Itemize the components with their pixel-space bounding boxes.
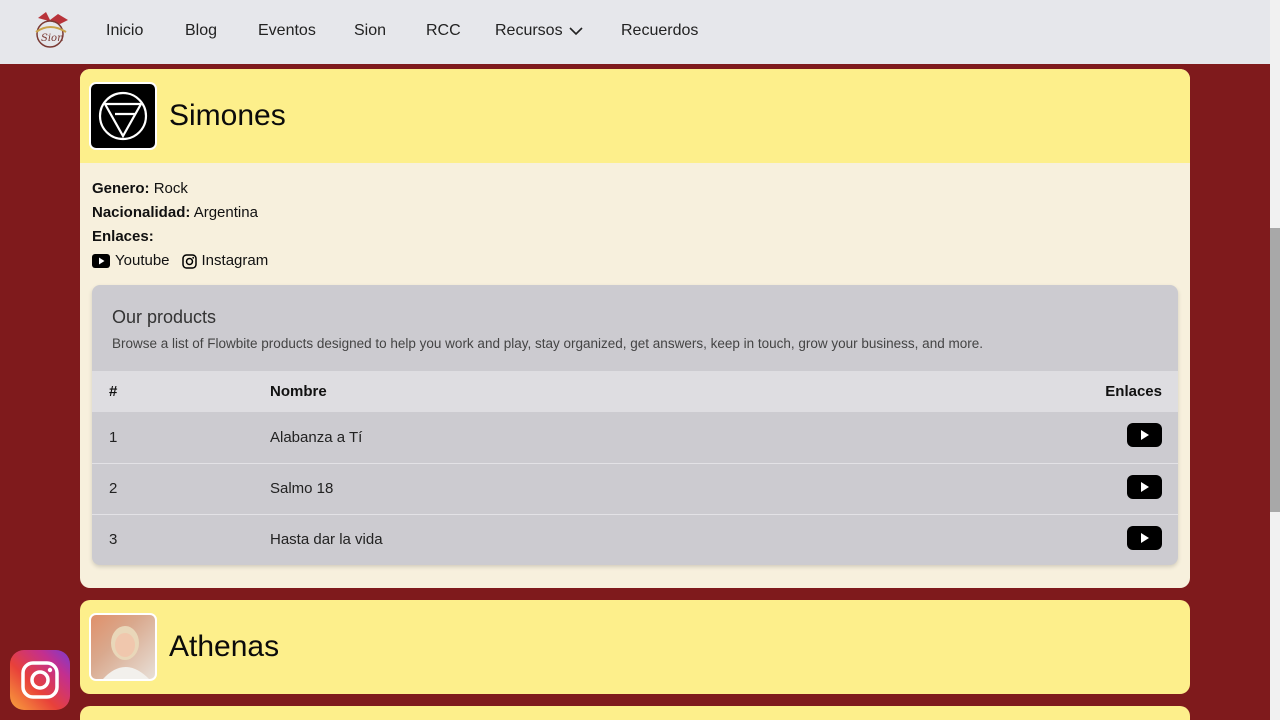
links-label: Enlaces:: [92, 228, 154, 245]
nav-sion[interactable]: Sion: [354, 22, 386, 40]
songs-table: # Nombre Enlaces 1 Alabanza a Tí 2 Salmo…: [92, 371, 1178, 565]
sion-logo[interactable]: Sion: [30, 10, 72, 54]
nav-recuerdos[interactable]: Recuerdos: [621, 22, 698, 40]
band-avatar: [89, 82, 157, 150]
band-avatar: [89, 613, 157, 681]
products-title: Our products: [112, 307, 217, 327]
nationality-label: Nacionalidad:: [92, 204, 191, 221]
band-name: Athenas: [169, 630, 280, 663]
column-header-name: Nombre: [270, 383, 327, 400]
youtube-play-button[interactable]: [1127, 474, 1162, 503]
products-table-panel: Our products Browse a list of Flowbite p…: [92, 285, 1178, 565]
band-details: Genero: Rock Nacionalidad: Argentina Enl…: [80, 163, 1190, 273]
row-number: 3: [109, 531, 118, 549]
top-navbar: Sion Inicio Blog Eventos Sion RCC Recurs…: [0, 0, 1270, 64]
band-card-next[interactable]: [80, 706, 1190, 720]
band-card-header: [80, 706, 1190, 720]
youtube-icon: [1127, 423, 1162, 448]
genre-label: Genero:: [92, 180, 150, 197]
youtube-icon: [1127, 525, 1162, 550]
table-header-row: # Nombre Enlaces: [92, 371, 1178, 412]
instagram-link[interactable]: Instagram: [181, 249, 269, 273]
row-number: 1: [109, 428, 118, 446]
nav-rcc[interactable]: RCC: [426, 22, 461, 40]
column-header-links: Enlaces: [1105, 383, 1162, 400]
products-header: Our products Browse a list of Flowbite p…: [92, 285, 1178, 371]
row-song-name: Hasta dar la vida: [270, 531, 383, 549]
instagram-floating-button[interactable]: [10, 650, 70, 710]
band-card-simones: Simones Genero: Rock Nacionalidad: Argen…: [80, 69, 1190, 588]
products-description: Browse a list of Flowbite products desig…: [112, 336, 983, 351]
band-name: Simones: [169, 99, 286, 132]
row-number: 2: [109, 480, 118, 497]
social-links: Youtube Instagram: [92, 249, 1178, 273]
instagram-icon: [181, 253, 197, 269]
youtube-icon: [1127, 474, 1162, 499]
nav-blog[interactable]: Blog: [185, 22, 217, 40]
nav-recursos[interactable]: Recursos: [495, 22, 583, 40]
nationality-row: Nacionalidad: Argentina: [92, 201, 1178, 225]
links-row-label: Enlaces:: [92, 225, 1178, 249]
youtube-play-button[interactable]: [1127, 525, 1162, 554]
row-song-name: Salmo 18: [270, 480, 334, 497]
genre-value: Rock: [153, 180, 188, 197]
svg-text:Sion: Sion: [41, 33, 64, 44]
genre-row: Genero: Rock: [92, 177, 1178, 201]
row-song-name: Alabanza a Tí: [270, 428, 363, 446]
nav-inicio[interactable]: Inicio: [106, 22, 143, 40]
column-header-number: #: [109, 383, 118, 400]
page-scrollbar[interactable]: [1270, 0, 1280, 720]
table-row: 2 Salmo 18: [92, 463, 1178, 514]
youtube-play-button[interactable]: [1127, 423, 1162, 451]
nationality-value: Argentina: [193, 204, 258, 221]
band-card-athenas[interactable]: Athenas: [80, 600, 1190, 694]
table-row: 1 Alabanza a Tí: [92, 412, 1178, 463]
nav-eventos[interactable]: Eventos: [258, 22, 316, 40]
band-card-header: Athenas: [80, 600, 1190, 694]
youtube-link[interactable]: Youtube: [92, 249, 170, 273]
youtube-link-label: Youtube: [115, 252, 170, 269]
instagram-icon: [21, 661, 59, 699]
nav-recursos-label: Recursos: [495, 22, 563, 39]
chevron-down-icon: [569, 27, 583, 36]
scrollbar-thumb[interactable]: [1270, 228, 1280, 512]
youtube-icon: [92, 254, 110, 268]
instagram-link-label: Instagram: [201, 252, 269, 269]
band-card-header: Simones: [80, 69, 1190, 163]
table-row: 3 Hasta dar la vida: [92, 514, 1178, 565]
